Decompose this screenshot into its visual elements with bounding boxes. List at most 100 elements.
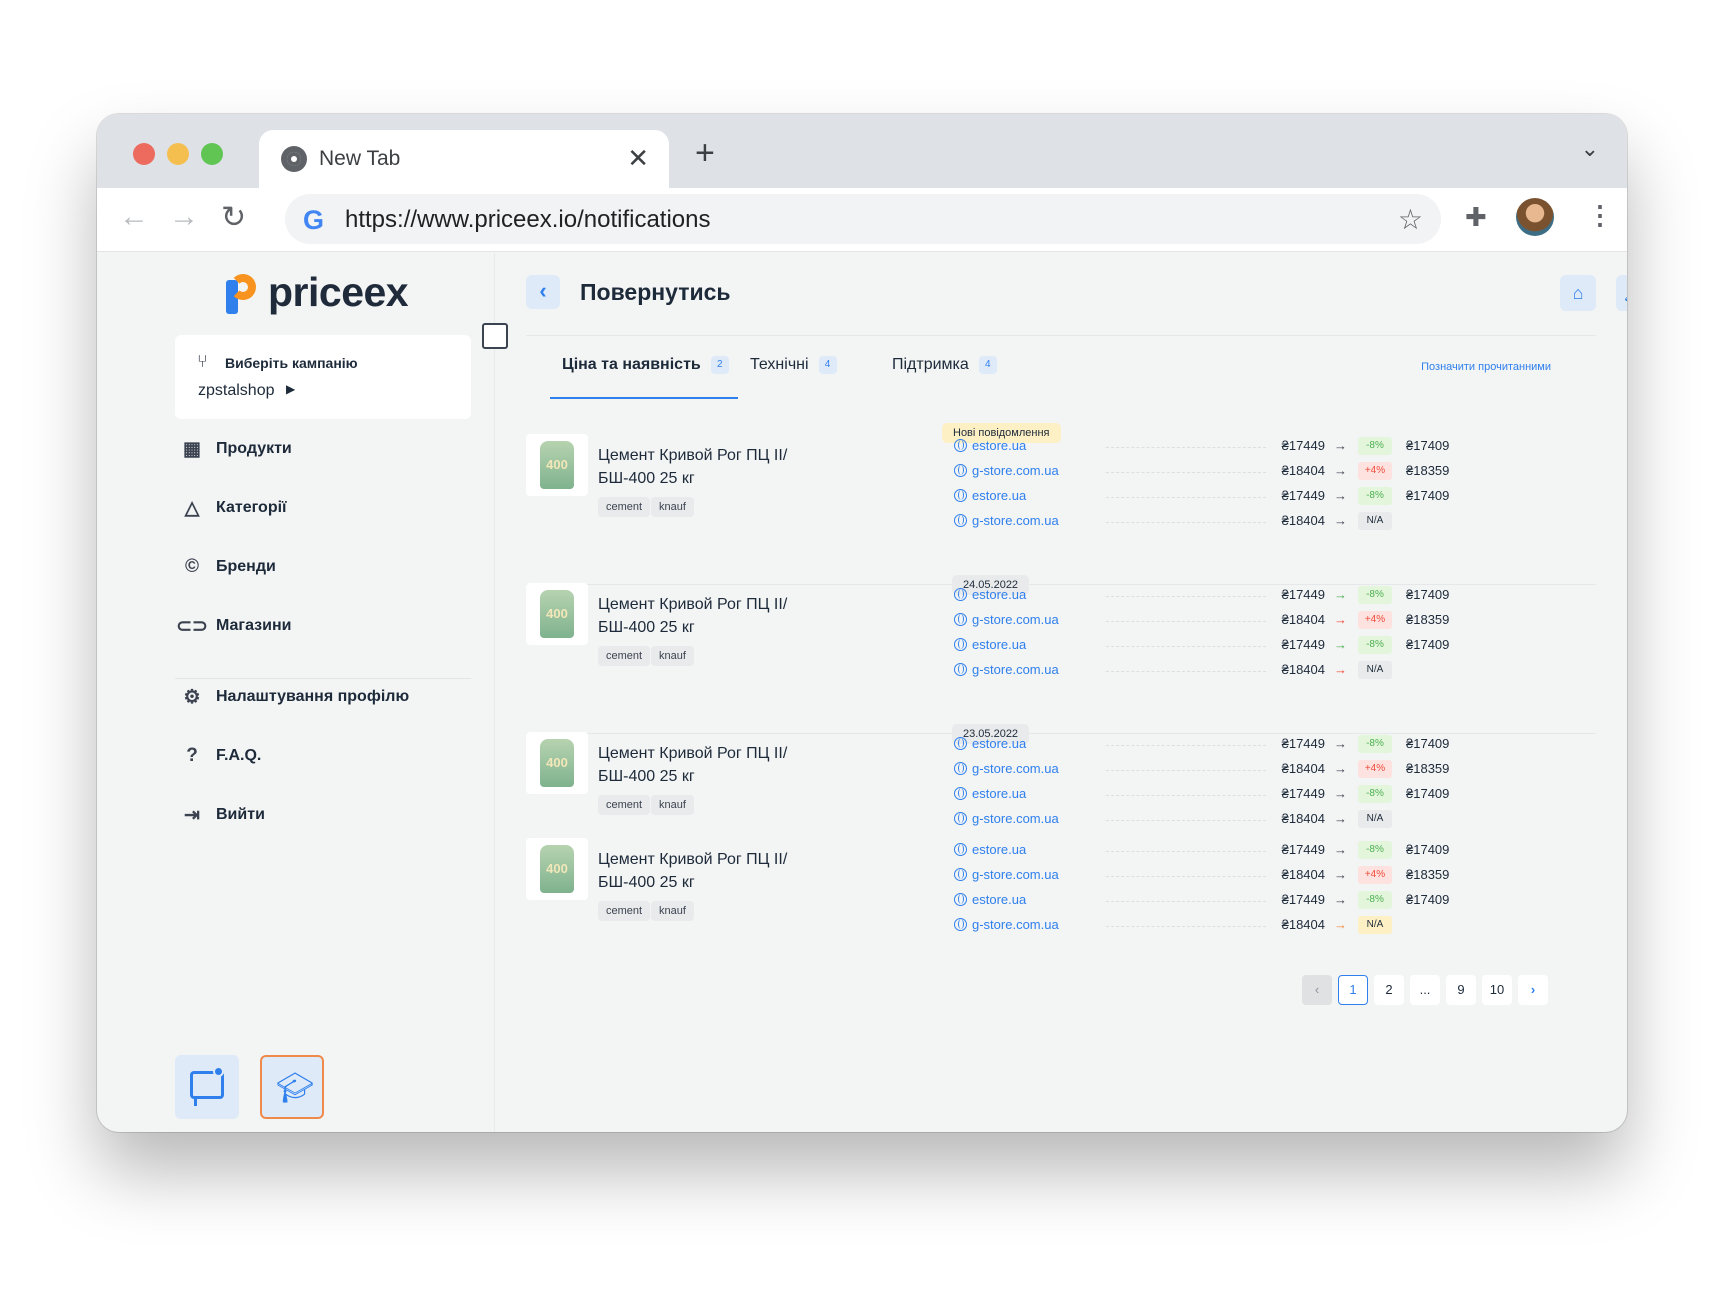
store-link[interactable]: g-store.com.ua bbox=[954, 513, 1059, 528]
product-image[interactable]: 400 bbox=[526, 434, 588, 496]
product-image[interactable]: 400 bbox=[526, 732, 588, 794]
row-leader-line bbox=[1106, 876, 1266, 877]
store-name: g-store.com.ua bbox=[972, 513, 1059, 528]
store-link[interactable]: estore.ua bbox=[954, 736, 1026, 751]
fork-icon: ⑂ bbox=[197, 351, 208, 371]
page-title[interactable]: Повернутись bbox=[580, 279, 731, 306]
pagination-page-button[interactable]: 10 bbox=[1482, 975, 1512, 1005]
tutorial-button[interactable]: 🎓︎ bbox=[260, 1055, 324, 1119]
product-name[interactable]: Цемент Кривой Рог ПЦ II/ БШ-400 25 кг bbox=[598, 593, 848, 639]
pagination-page-button[interactable]: 2 bbox=[1374, 975, 1404, 1005]
pagination-prev-button[interactable]: ‹ bbox=[1302, 975, 1332, 1005]
store-link[interactable]: estore.ua bbox=[954, 637, 1026, 652]
tutorial-header-button[interactable]: ⌂ bbox=[1560, 275, 1596, 311]
store-link[interactable]: estore.ua bbox=[954, 488, 1026, 503]
sidebar-item-products[interactable]: ▦ Продукти bbox=[181, 438, 292, 460]
tab-price-availability[interactable]: Ціна та наявність 2 bbox=[562, 356, 729, 374]
store-link[interactable]: estore.ua bbox=[954, 892, 1026, 907]
row-leader-line bbox=[1106, 795, 1266, 796]
globe-icon bbox=[954, 514, 967, 527]
arrow-right-icon: → bbox=[1334, 842, 1347, 857]
notifications-main: ‹ Повернутись ⌂ 🔔︎ Ціна та наявність 2 Т… bbox=[496, 253, 1627, 1132]
minimize-window-button[interactable] bbox=[167, 143, 189, 165]
browser-tab[interactable]: New Tab ✕ bbox=[259, 130, 669, 188]
tab-title: New Tab bbox=[319, 147, 401, 170]
new-tab-button[interactable]: + bbox=[695, 134, 715, 173]
globe-icon bbox=[954, 893, 967, 906]
store-link[interactable]: estore.ua bbox=[954, 438, 1026, 453]
campaign-selector[interactable]: ⑂ Виберіть кампанію zpstalshop ▶ bbox=[175, 335, 471, 419]
price-change-badge: -8% bbox=[1358, 487, 1392, 505]
price-change-badge: -8% bbox=[1358, 785, 1392, 803]
graduation-cap-icon: 🎓︎ bbox=[276, 1072, 315, 1105]
store-name: estore.ua bbox=[972, 736, 1027, 751]
chat-unread-dot bbox=[213, 1066, 224, 1077]
url-text[interactable]: https://www.priceex.io/notifications bbox=[345, 206, 711, 234]
mark-read-link[interactable]: Позначити прочитанними bbox=[1421, 361, 1551, 373]
sidebar-item-stores[interactable]: ⊂⊃ Магазини bbox=[176, 615, 291, 637]
sidebar-item-brands[interactable]: © Бренди bbox=[181, 556, 276, 578]
old-price: ₴17449 bbox=[1281, 587, 1325, 602]
profile-avatar[interactable] bbox=[1516, 198, 1554, 236]
product-name[interactable]: Цемент Кривой Рог ПЦ II/ БШ-400 25 кг bbox=[598, 444, 848, 490]
pagination-page-button[interactable]: 1 bbox=[1338, 975, 1368, 1005]
product-name-line: БШ-400 25 кг bbox=[598, 470, 695, 487]
pagination-page-button[interactable]: 9 bbox=[1446, 975, 1476, 1005]
sidebar-item-categories[interactable]: △ Категорії bbox=[181, 497, 287, 519]
price-change-badge: +4% bbox=[1358, 760, 1392, 778]
store-link[interactable]: g-store.com.ua bbox=[954, 761, 1059, 776]
store-link[interactable]: g-store.com.ua bbox=[954, 463, 1059, 478]
store-link[interactable]: g-store.com.ua bbox=[954, 662, 1059, 677]
store-link[interactable]: g-store.com.ua bbox=[954, 917, 1059, 932]
back-arrow-icon[interactable]: ← bbox=[119, 200, 149, 234]
price-change-badge: -8% bbox=[1358, 636, 1392, 654]
store-link[interactable]: g-store.com.ua bbox=[954, 867, 1059, 882]
browser-toolbar: ← → ↻ G https://www.priceex.io/notificat… bbox=[97, 188, 1627, 252]
old-price: ₴18404 bbox=[1281, 612, 1325, 627]
old-price: ₴17449 bbox=[1281, 488, 1325, 503]
extensions-puzzle-icon[interactable]: ✚ bbox=[1465, 202, 1487, 233]
product-image[interactable]: 400 bbox=[526, 838, 588, 900]
price-change-badge: N/A bbox=[1358, 512, 1392, 530]
sidebar-item-logout[interactable]: ⇥ Вийти bbox=[181, 804, 265, 826]
address-bar[interactable]: G https://www.priceex.io/notifications ☆ bbox=[285, 194, 1441, 244]
chat-button[interactable] bbox=[175, 1055, 239, 1119]
forward-arrow-icon[interactable]: → bbox=[169, 200, 199, 234]
back-button[interactable]: ‹ bbox=[526, 275, 560, 309]
active-tab-indicator bbox=[550, 397, 738, 399]
store-link[interactable]: g-store.com.ua bbox=[954, 811, 1059, 826]
close-window-button[interactable] bbox=[133, 143, 155, 165]
row-leader-line bbox=[1106, 901, 1266, 902]
store-link[interactable]: estore.ua bbox=[954, 842, 1026, 857]
notifications-bell-button[interactable]: 🔔︎ bbox=[1616, 275, 1627, 311]
globe-icon bbox=[954, 787, 967, 800]
old-price: ₴18404 bbox=[1281, 811, 1325, 826]
globe-icon bbox=[954, 439, 967, 452]
globe-icon bbox=[954, 812, 967, 825]
cement-bag-icon: 400 bbox=[540, 845, 574, 893]
maximize-window-button[interactable] bbox=[201, 143, 223, 165]
tab-search-chevron-icon[interactable]: ⌄ bbox=[1581, 136, 1599, 162]
google-icon: G bbox=[303, 205, 325, 235]
product-name[interactable]: Цемент Кривой Рог ПЦ II/ БШ-400 25 кг bbox=[598, 848, 848, 894]
store-name: estore.ua bbox=[972, 637, 1027, 652]
sidebar-item-profile-settings[interactable]: ⚙ Налаштування профілю bbox=[181, 686, 409, 708]
store-name: g-store.com.ua bbox=[972, 662, 1059, 677]
pagination-next-button[interactable]: › bbox=[1518, 975, 1548, 1005]
store-link[interactable]: estore.ua bbox=[954, 786, 1026, 801]
tab-support[interactable]: Підтримка 4 bbox=[892, 356, 997, 374]
sidebar-item-faq[interactable]: ? F.A.Q. bbox=[181, 745, 261, 767]
tab-count-badge: 4 bbox=[978, 356, 997, 374]
store-link[interactable]: g-store.com.ua bbox=[954, 612, 1059, 627]
tab-technical[interactable]: Технічні 4 bbox=[750, 356, 837, 374]
reload-icon[interactable]: ↻ bbox=[221, 200, 246, 235]
product-name-line: Цемент Кривой Рог ПЦ II/ bbox=[598, 851, 788, 868]
close-tab-icon[interactable]: ✕ bbox=[627, 143, 649, 174]
store-link[interactable]: estore.ua bbox=[954, 587, 1026, 602]
arrow-right-icon: → bbox=[1334, 488, 1347, 503]
brand-logo[interactable]: priceex bbox=[224, 269, 409, 316]
bookmark-star-icon[interactable]: ☆ bbox=[1398, 203, 1423, 236]
product-name[interactable]: Цемент Кривой Рог ПЦ II/ БШ-400 25 кг bbox=[598, 742, 848, 788]
browser-menu-icon[interactable]: ⋮ bbox=[1587, 200, 1613, 231]
product-image[interactable]: 400 bbox=[526, 583, 588, 645]
